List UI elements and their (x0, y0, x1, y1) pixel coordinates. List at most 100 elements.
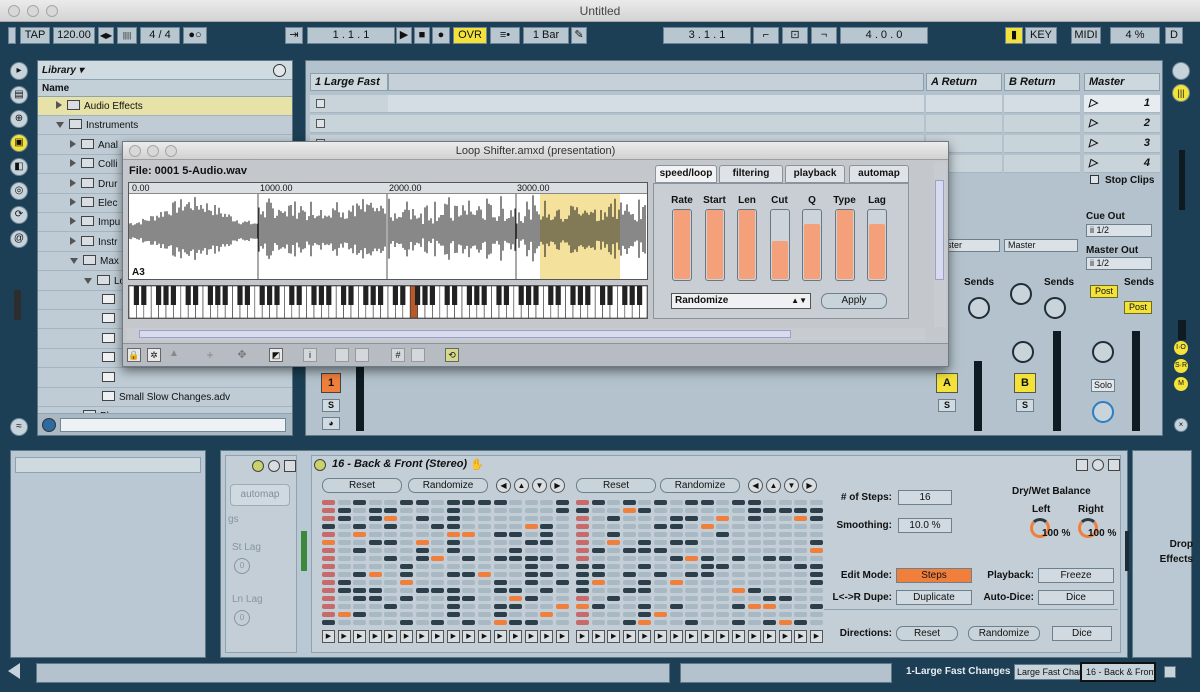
step-cell[interactable] (778, 500, 792, 505)
step-cell[interactable] (384, 572, 398, 577)
step-cell[interactable] (431, 524, 445, 529)
step-cell[interactable] (778, 612, 792, 617)
metronome-icon[interactable]: ●○ (183, 27, 207, 44)
step-cell[interactable] (810, 564, 823, 569)
step-cell[interactable] (322, 604, 335, 609)
step-direction-icon[interactable]: ▶ (700, 630, 714, 643)
step-direction-icon[interactable]: ▶ (493, 630, 507, 643)
step-cell[interactable] (763, 556, 777, 561)
step-cell[interactable] (368, 516, 382, 521)
black-key[interactable] (429, 286, 435, 305)
clip-slot[interactable] (388, 115, 924, 133)
step-cell[interactable] (509, 604, 523, 609)
step-cell[interactable] (669, 596, 683, 601)
return-b-header[interactable]: B Return (1004, 73, 1080, 91)
step-cell[interactable] (540, 620, 554, 625)
step-cell[interactable] (810, 548, 823, 553)
step-cell[interactable] (794, 516, 808, 521)
step-direction-icon[interactable]: ▶ (540, 630, 554, 643)
step-cell[interactable] (524, 580, 538, 585)
step-cell[interactable] (763, 524, 777, 529)
autodice-button[interactable]: Dice (1038, 590, 1114, 605)
step-cell[interactable] (576, 596, 589, 601)
step-cell[interactable] (778, 516, 792, 521)
right-reset-button[interactable]: Reset (576, 478, 656, 493)
step-cell[interactable] (368, 604, 382, 609)
step-cell[interactable] (368, 508, 382, 513)
step-cell[interactable] (638, 604, 652, 609)
step-cell[interactable] (462, 516, 476, 521)
step-cell[interactable] (493, 572, 507, 577)
step-cell[interactable] (654, 500, 667, 505)
step-cell[interactable] (716, 604, 730, 609)
step-cell[interactable] (622, 564, 636, 569)
bars-icon[interactable]: |||| (117, 27, 137, 44)
step-cell[interactable] (654, 508, 667, 513)
step-cell[interactable] (669, 556, 683, 561)
step-cell[interactable] (607, 508, 621, 513)
step-cell[interactable] (716, 620, 730, 625)
step-cell[interactable] (732, 572, 745, 577)
step-cell[interactable] (732, 524, 745, 529)
step-cell[interactable] (462, 500, 476, 505)
step-cell[interactable] (732, 604, 745, 609)
step-cell[interactable] (638, 508, 652, 513)
step-cell[interactable] (654, 588, 667, 593)
step-cell[interactable] (462, 524, 476, 529)
follow-icon[interactable]: ⇥ (285, 27, 303, 44)
step-cell[interactable] (493, 524, 507, 529)
step-cell[interactable] (638, 548, 652, 553)
step-cell[interactable] (685, 564, 699, 569)
step-cell[interactable] (576, 572, 589, 577)
device-on-icon[interactable] (314, 459, 326, 471)
step-cell[interactable] (478, 580, 491, 585)
step-cell[interactable] (400, 540, 413, 545)
step-cell[interactable] (415, 556, 429, 561)
step-cell[interactable] (462, 612, 476, 617)
step-cell[interactable] (732, 620, 745, 625)
device-browser-icon[interactable]: ▤ (10, 86, 28, 104)
breadcrumb-device-1[interactable]: Large Fast Chang (1014, 664, 1086, 680)
step-cell[interactable] (576, 516, 589, 521)
step-cell[interactable] (556, 556, 569, 561)
step-cell[interactable] (415, 532, 429, 537)
io-toggle-icon[interactable]: I·O (1174, 341, 1188, 355)
step-cell[interactable] (556, 540, 569, 545)
step-direction-icon[interactable]: ▶ (556, 630, 569, 643)
step-cell[interactable] (732, 580, 745, 585)
step-cell[interactable] (622, 540, 636, 545)
sequence-arrow-icon[interactable]: ◀ (748, 478, 763, 493)
step-cell[interactable] (384, 604, 398, 609)
step-cell[interactable] (431, 604, 445, 609)
plugin-close-button[interactable] (129, 145, 141, 157)
step-cell[interactable] (700, 572, 714, 577)
stop-button[interactable]: ■ (414, 27, 430, 44)
step-cell[interactable] (384, 588, 398, 593)
browser-item[interactable] (38, 369, 292, 388)
step-cell[interactable] (540, 556, 554, 561)
step-direction-icon[interactable]: ▶ (685, 630, 699, 643)
step-cell[interactable] (778, 596, 792, 601)
clips-icon[interactable]: ◧ (10, 158, 28, 176)
sequence-arrow-icon[interactable]: ▶ (802, 478, 817, 493)
step-cell[interactable] (654, 532, 667, 537)
step-cell[interactable] (337, 556, 351, 561)
step-cell[interactable] (763, 612, 777, 617)
step-cell[interactable] (368, 524, 382, 529)
step-cell[interactable] (576, 532, 589, 537)
step-cell[interactable] (337, 604, 351, 609)
black-key[interactable] (466, 286, 472, 305)
step-cell[interactable] (747, 572, 761, 577)
step-cell[interactable] (493, 556, 507, 561)
step-cell[interactable] (669, 620, 683, 625)
step-cell[interactable] (540, 524, 554, 529)
step-cell[interactable] (622, 548, 636, 553)
step-cell[interactable] (415, 508, 429, 513)
step-direction-icon[interactable]: ▶ (607, 630, 621, 643)
step-direction-icon[interactable]: ▶ (747, 630, 761, 643)
step-cell[interactable] (622, 572, 636, 577)
step-cell[interactable] (763, 532, 777, 537)
step-cell[interactable] (415, 596, 429, 601)
step-cell[interactable] (794, 532, 808, 537)
step-cell[interactable] (591, 540, 605, 545)
